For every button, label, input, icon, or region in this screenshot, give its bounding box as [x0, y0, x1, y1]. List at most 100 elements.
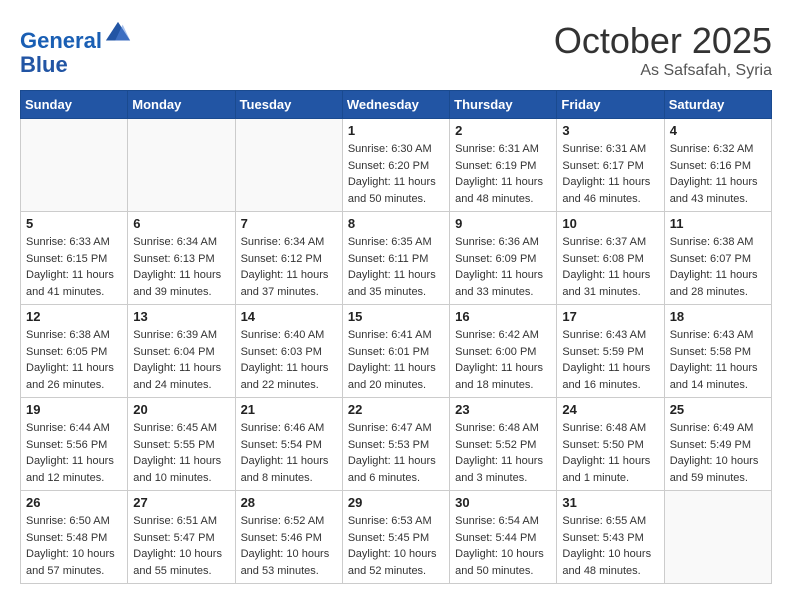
- day-info: Sunrise: 6:52 AMSunset: 5:46 PMDaylight:…: [241, 513, 337, 579]
- location: As Safsafah, Syria: [554, 62, 772, 80]
- day-header-thursday: Thursday: [450, 91, 557, 119]
- day-number: 5: [26, 216, 122, 231]
- logo-text: General: [20, 20, 132, 53]
- day-number: 29: [348, 495, 444, 510]
- day-info: Sunrise: 6:48 AMSunset: 5:50 PMDaylight:…: [562, 420, 658, 486]
- week-row-5: 26 Sunrise: 6:50 AMSunset: 5:48 PMDayligh…: [21, 491, 772, 584]
- day-info: Sunrise: 6:30 AMSunset: 6:20 PMDaylight:…: [348, 141, 444, 207]
- day-number: 30: [455, 495, 551, 510]
- day-header-tuesday: Tuesday: [235, 91, 342, 119]
- day-number: 16: [455, 309, 551, 324]
- day-info: Sunrise: 6:44 AMSunset: 5:56 PMDaylight:…: [26, 420, 122, 486]
- calendar-cell: 25 Sunrise: 6:49 AMSunset: 5:49 PMDayligh…: [664, 398, 771, 491]
- calendar-table: SundayMondayTuesdayWednesdayThursdayFrid…: [20, 90, 772, 584]
- day-number: 11: [670, 216, 766, 231]
- day-info: Sunrise: 6:35 AMSunset: 6:11 PMDaylight:…: [348, 234, 444, 300]
- calendar-cell: 12 Sunrise: 6:38 AMSunset: 6:05 PMDayligh…: [21, 305, 128, 398]
- day-info: Sunrise: 6:38 AMSunset: 6:07 PMDaylight:…: [670, 234, 766, 300]
- calendar-cell: 27 Sunrise: 6:51 AMSunset: 5:47 PMDayligh…: [128, 491, 235, 584]
- day-info: Sunrise: 6:53 AMSunset: 5:45 PMDaylight:…: [348, 513, 444, 579]
- day-header-sunday: Sunday: [21, 91, 128, 119]
- day-info: Sunrise: 6:39 AMSunset: 6:04 PMDaylight:…: [133, 327, 229, 393]
- day-info: Sunrise: 6:37 AMSunset: 6:08 PMDaylight:…: [562, 234, 658, 300]
- calendar-cell: 14 Sunrise: 6:40 AMSunset: 6:03 PMDayligh…: [235, 305, 342, 398]
- day-info: Sunrise: 6:55 AMSunset: 5:43 PMDaylight:…: [562, 513, 658, 579]
- day-number: 10: [562, 216, 658, 231]
- calendar-cell: 1 Sunrise: 6:30 AMSunset: 6:20 PMDaylight…: [342, 119, 449, 212]
- day-number: 19: [26, 402, 122, 417]
- calendar-cell: 6Sunrise: 6:34 AMSunset: 6:13 PMDaylight…: [128, 212, 235, 305]
- day-number: 25: [670, 402, 766, 417]
- day-number: 3: [562, 123, 658, 138]
- calendar-cell: 21 Sunrise: 6:46 AMSunset: 5:54 PMDayligh…: [235, 398, 342, 491]
- day-number: 27: [133, 495, 229, 510]
- logo-blue: Blue: [20, 53, 132, 77]
- logo-general: General: [20, 28, 102, 53]
- calendar-cell: 24Sunrise: 6:48 AMSunset: 5:50 PMDayligh…: [557, 398, 664, 491]
- week-row-4: 19 Sunrise: 6:44 AMSunset: 5:56 PMDayligh…: [21, 398, 772, 491]
- week-row-3: 12 Sunrise: 6:38 AMSunset: 6:05 PMDayligh…: [21, 305, 772, 398]
- calendar-cell: 22Sunrise: 6:47 AMSunset: 5:53 PMDayligh…: [342, 398, 449, 491]
- day-header-wednesday: Wednesday: [342, 91, 449, 119]
- calendar-cell: 15 Sunrise: 6:41 AMSunset: 6:01 PMDayligh…: [342, 305, 449, 398]
- day-info: Sunrise: 6:45 AMSunset: 5:55 PMDaylight:…: [133, 420, 229, 486]
- day-info: Sunrise: 6:31 AMSunset: 6:19 PMDaylight:…: [455, 141, 551, 207]
- day-number: 2: [455, 123, 551, 138]
- calendar-cell: 8 Sunrise: 6:35 AMSunset: 6:11 PMDaylight…: [342, 212, 449, 305]
- calendar-cell: 17 Sunrise: 6:43 AMSunset: 5:59 PMDayligh…: [557, 305, 664, 398]
- day-info: Sunrise: 6:51 AMSunset: 5:47 PMDaylight:…: [133, 513, 229, 579]
- calendar-cell: 30 Sunrise: 6:54 AMSunset: 5:44 PMDayligh…: [450, 491, 557, 584]
- calendar-cell: 13 Sunrise: 6:39 AMSunset: 6:04 PMDayligh…: [128, 305, 235, 398]
- day-number: 12: [26, 309, 122, 324]
- calendar-cell: 31 Sunrise: 6:55 AMSunset: 5:43 PMDayligh…: [557, 491, 664, 584]
- month-title: October 2025: [554, 20, 772, 62]
- logo-icon: [104, 20, 132, 48]
- day-info: Sunrise: 6:54 AMSunset: 5:44 PMDaylight:…: [455, 513, 551, 579]
- day-number: 28: [241, 495, 337, 510]
- day-header-friday: Friday: [557, 91, 664, 119]
- title-block: October 2025 As Safsafah, Syria: [554, 20, 772, 80]
- day-info: Sunrise: 6:43 AMSunset: 5:59 PMDaylight:…: [562, 327, 658, 393]
- day-number: 22: [348, 402, 444, 417]
- day-number: 1: [348, 123, 444, 138]
- day-number: 26: [26, 495, 122, 510]
- calendar-cell: 4 Sunrise: 6:32 AMSunset: 6:16 PMDaylight…: [664, 119, 771, 212]
- day-number: 14: [241, 309, 337, 324]
- day-info: Sunrise: 6:32 AMSunset: 6:16 PMDaylight:…: [670, 141, 766, 207]
- day-number: 9: [455, 216, 551, 231]
- calendar-cell: 9 Sunrise: 6:36 AMSunset: 6:09 PMDaylight…: [450, 212, 557, 305]
- day-number: 18: [670, 309, 766, 324]
- day-number: 17: [562, 309, 658, 324]
- day-info: Sunrise: 6:42 AMSunset: 6:00 PMDaylight:…: [455, 327, 551, 393]
- calendar-cell: 29 Sunrise: 6:53 AMSunset: 5:45 PMDayligh…: [342, 491, 449, 584]
- calendar-cell: [128, 119, 235, 212]
- calendar-cell: 20Sunrise: 6:45 AMSunset: 5:55 PMDayligh…: [128, 398, 235, 491]
- calendar-cell: [21, 119, 128, 212]
- day-header-saturday: Saturday: [664, 91, 771, 119]
- calendar-cell: 19 Sunrise: 6:44 AMSunset: 5:56 PMDayligh…: [21, 398, 128, 491]
- calendar-cell: 16 Sunrise: 6:42 AMSunset: 6:00 PMDayligh…: [450, 305, 557, 398]
- day-info: Sunrise: 6:48 AMSunset: 5:52 PMDaylight:…: [455, 420, 551, 486]
- day-info: Sunrise: 6:41 AMSunset: 6:01 PMDaylight:…: [348, 327, 444, 393]
- day-info: Sunrise: 6:36 AMSunset: 6:09 PMDaylight:…: [455, 234, 551, 300]
- week-row-1: 1 Sunrise: 6:30 AMSunset: 6:20 PMDaylight…: [21, 119, 772, 212]
- day-number: 13: [133, 309, 229, 324]
- day-info: Sunrise: 6:31 AMSunset: 6:17 PMDaylight:…: [562, 141, 658, 207]
- day-info: Sunrise: 6:46 AMSunset: 5:54 PMDaylight:…: [241, 420, 337, 486]
- day-info: Sunrise: 6:40 AMSunset: 6:03 PMDaylight:…: [241, 327, 337, 393]
- day-number: 15: [348, 309, 444, 324]
- calendar-cell: 23Sunrise: 6:48 AMSunset: 5:52 PMDayligh…: [450, 398, 557, 491]
- calendar-cell: 26 Sunrise: 6:50 AMSunset: 5:48 PMDayligh…: [21, 491, 128, 584]
- day-number: 4: [670, 123, 766, 138]
- logo: General Blue: [20, 20, 132, 77]
- day-info: Sunrise: 6:38 AMSunset: 6:05 PMDaylight:…: [26, 327, 122, 393]
- week-row-2: 5Sunrise: 6:33 AMSunset: 6:15 PMDaylight…: [21, 212, 772, 305]
- day-info: Sunrise: 6:49 AMSunset: 5:49 PMDaylight:…: [670, 420, 766, 486]
- day-number: 8: [348, 216, 444, 231]
- day-info: Sunrise: 6:50 AMSunset: 5:48 PMDaylight:…: [26, 513, 122, 579]
- day-header-monday: Monday: [128, 91, 235, 119]
- day-number: 21: [241, 402, 337, 417]
- day-info: Sunrise: 6:34 AMSunset: 6:13 PMDaylight:…: [133, 234, 229, 300]
- calendar-cell: 2 Sunrise: 6:31 AMSunset: 6:19 PMDaylight…: [450, 119, 557, 212]
- day-number: 31: [562, 495, 658, 510]
